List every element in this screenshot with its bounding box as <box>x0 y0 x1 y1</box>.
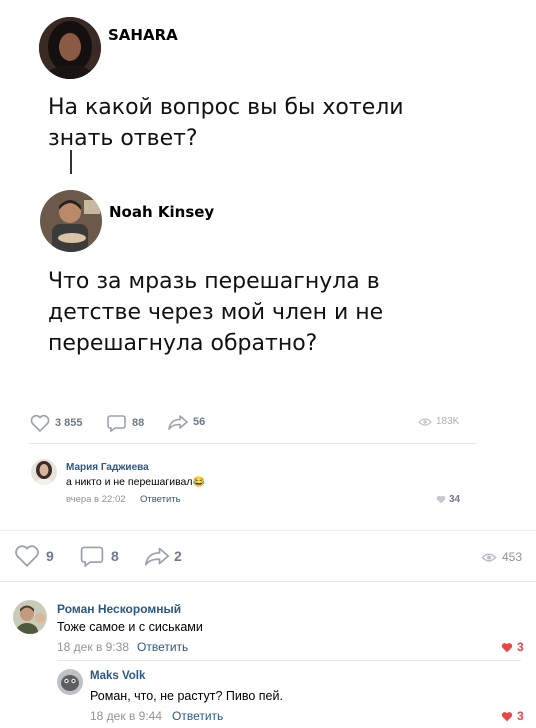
inner-views: 183K <box>418 416 459 427</box>
maria-comment-text: а никто и не перешагивал <box>66 476 193 488</box>
inner-comment-count: 88 <box>132 417 145 429</box>
inner-view-count: 183K <box>436 416 460 427</box>
inner-divider <box>29 443 476 444</box>
inner-comment-button[interactable]: 88 <box>107 414 144 432</box>
like-button[interactable]: 9 <box>14 544 54 567</box>
maks-author-link[interactable]: Maks Volk <box>90 670 145 682</box>
eye-icon <box>418 417 432 426</box>
maks-reply-link[interactable]: Ответить <box>172 709 223 723</box>
question-text: На какой вопрос вы бы хотели знать ответ… <box>48 95 404 151</box>
maks-comment-text: Роман, что, не растут? Пиво пей. <box>90 689 283 703</box>
roman-avatar[interactable] <box>13 600 47 634</box>
inner-like-count: 3 855 <box>55 417 83 429</box>
outer-top-divider <box>0 530 536 531</box>
roman-comment-time: 18 дек в 9:38 <box>57 640 130 654</box>
maria-like-count: 34 <box>449 494 461 505</box>
maria-comment-time: вчера в 22:02 <box>66 494 126 505</box>
maria-reply-link[interactable]: Ответить <box>140 494 181 505</box>
reply-divider <box>57 660 521 661</box>
heart-icon <box>501 711 513 721</box>
inner-share-count: 56 <box>193 416 206 428</box>
heart-icon <box>436 495 446 504</box>
heart-icon <box>501 642 513 652</box>
person-photo-icon <box>31 459 57 485</box>
sahara-avatar[interactable] <box>39 17 101 79</box>
person-photo-icon <box>57 669 83 695</box>
noah-avatar[interactable] <box>40 190 102 252</box>
share-button[interactable]: 2 <box>144 546 182 566</box>
maria-comment: а никто и не перешагивал😂 <box>66 476 205 488</box>
maks-comment-time: 18 дек в 9:44 <box>90 709 163 723</box>
thread-line <box>70 150 72 174</box>
like-count: 9 <box>46 547 54 564</box>
maks-like-count: 3 <box>517 709 524 723</box>
heart-icon <box>15 545 39 567</box>
eye-icon <box>481 553 497 561</box>
roman-like-button[interactable]: 3 <box>501 640 524 654</box>
roman-author-link[interactable]: Роман Нескоромный <box>57 602 181 616</box>
sahara-username[interactable]: SAHARA <box>108 26 178 44</box>
heart-icon <box>30 414 50 432</box>
roman-like-count: 3 <box>517 640 524 654</box>
laughing-emoji-icon: 😂 <box>192 477 205 488</box>
comment-button[interactable]: 8 <box>80 545 119 567</box>
person-photo-icon <box>13 600 47 634</box>
maks-like-button[interactable]: 3 <box>501 709 524 723</box>
share-icon <box>168 415 188 430</box>
comments-divider <box>0 581 536 582</box>
view-counter: 453 <box>481 550 522 564</box>
maria-like-button[interactable]: 34 <box>436 494 460 505</box>
share-icon <box>144 547 170 566</box>
roman-comment-text: Тоже самое и с сиськами <box>57 620 203 634</box>
comment-icon <box>107 415 126 432</box>
inner-like-button[interactable]: 3 855 <box>30 414 83 432</box>
share-count: 2 <box>174 548 182 564</box>
view-count: 453 <box>502 550 523 564</box>
reply-text: Что за мразь перешагнула в детстве через… <box>48 269 384 356</box>
comment-icon <box>80 546 104 567</box>
noah-username[interactable]: Noah Kinsey <box>109 203 214 221</box>
maria-avatar[interactable] <box>31 459 57 485</box>
maria-author-link[interactable]: Мария Гаджиева <box>66 462 149 473</box>
inner-share-button[interactable]: 56 <box>168 414 205 430</box>
comment-count: 8 <box>111 548 119 564</box>
person-photo-icon <box>40 190 102 252</box>
maks-avatar[interactable] <box>57 669 83 695</box>
person-photo-icon <box>39 17 101 79</box>
roman-reply-link[interactable]: Ответить <box>137 640 188 654</box>
maks-comment-body: Роман, что, не растут? Пиво пей. <box>90 689 283 703</box>
